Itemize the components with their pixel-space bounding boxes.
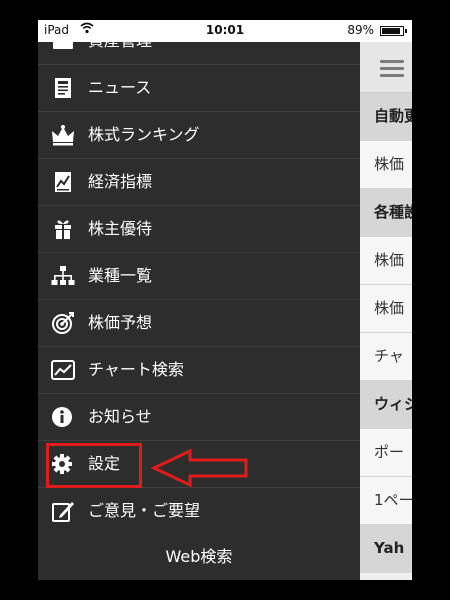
menu-item-label: 株式ランキング [88, 125, 200, 144]
news-icon [50, 76, 76, 100]
web-search-button[interactable]: Web検索 [38, 534, 360, 580]
menu-item-industry-list[interactable]: 業種一覧 [38, 253, 360, 300]
content-section-header: ウィジ [360, 381, 412, 429]
menu-item-stock-ranking[interactable]: 株式ランキング [38, 112, 360, 159]
chart-icon [50, 358, 76, 382]
indicator-icon [50, 170, 76, 194]
side-menu: 資産管理 ニュース 株式ラン [38, 42, 360, 580]
content-section-header: 各種設 [360, 189, 412, 237]
content-row[interactable]: 株価 [360, 141, 412, 189]
menu-item-label: 株価予想 [88, 313, 153, 332]
battery-icon [380, 26, 407, 36]
ipad-screen: iPad 10:01 89% 自動更株価各種設株価株価チャウィジポー1ペーYah [38, 20, 412, 580]
content-row[interactable]: 1ペー [360, 477, 412, 525]
menu-item-economic-indicators[interactable]: 経済指標 [38, 159, 360, 206]
battery-percent: 89% [347, 23, 374, 37]
menu-item-label: 経済指標 [88, 172, 153, 191]
content-row[interactable]: 株価 [360, 285, 412, 333]
info-icon [50, 405, 76, 429]
menu-item-portfolio[interactable]: 資産管理 [38, 42, 360, 65]
settings-highlight-box [46, 443, 142, 488]
content-section-header: Yah [360, 525, 412, 573]
menu-item-shareholder-benefits[interactable]: 株主優待 [38, 206, 360, 253]
menu-item-label: お知らせ [88, 407, 152, 426]
crown-icon [50, 123, 76, 147]
content-row[interactable]: 株価 [360, 237, 412, 285]
content-row[interactable]: ポー [360, 429, 412, 477]
main-content: 自動更株価各種設株価株価チャウィジポー1ペーYah [360, 42, 412, 580]
menu-item-news[interactable]: ニュース [38, 65, 360, 112]
sitemap-icon [50, 264, 76, 288]
content-section-header: 自動更 [360, 93, 412, 141]
menu-item-label: ニュース [88, 78, 152, 97]
menu-item-feedback[interactable]: ご意見・ご要望 [38, 488, 360, 535]
hamburger-menu-icon[interactable] [380, 60, 404, 81]
feedback-icon [50, 499, 76, 523]
menu-item-stock-forecast[interactable]: 株価予想 [38, 300, 360, 347]
content-row[interactable]: チャ [360, 333, 412, 381]
gift-icon [50, 217, 76, 241]
menu-item-label: 株主優待 [88, 219, 153, 238]
portfolio-icon [50, 42, 76, 53]
menu-item-label: ご意見・ご要望 [88, 501, 201, 520]
target-icon [50, 311, 76, 335]
status-bar: iPad 10:01 89% [38, 20, 412, 42]
menu-item-label: 資産管理 [88, 42, 152, 64]
menu-item-label: 業種一覧 [88, 266, 153, 285]
menu-item-label: チャート検索 [88, 360, 184, 379]
menu-item-notices[interactable]: お知らせ [38, 394, 360, 441]
annotation-arrow-icon [150, 448, 250, 492]
content-topbar [360, 42, 412, 93]
menu-item-chart-search[interactable]: チャート検索 [38, 347, 360, 394]
